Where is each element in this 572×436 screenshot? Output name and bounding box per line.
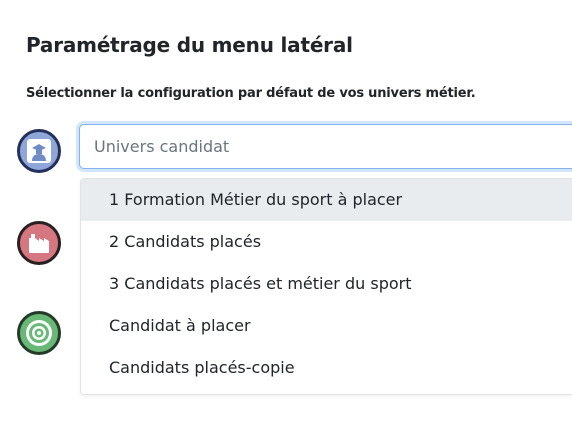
dropdown-option[interactable]: 1 Formation Métier du sport à placer (81, 179, 572, 221)
univers-dropdown-menu: 1 Formation Métier du sport à placer 2 C… (80, 178, 572, 395)
page-title: Paramétrage du menu latéral (26, 33, 353, 57)
dropdown-option[interactable]: Candidat à placer (81, 305, 572, 347)
dropdown-option[interactable]: Candidats placés-copie (81, 347, 572, 389)
univers-select-value[interactable]: Univers candidat (94, 137, 229, 156)
target-icon (17, 311, 61, 355)
dropdown-option[interactable]: 3 Candidats placés et métier du sport (81, 263, 572, 305)
page-subtitle: Sélectionner la configuration par défaut… (26, 86, 476, 101)
candidate-graduate-icon (17, 129, 61, 173)
dropdown-option[interactable]: 2 Candidats placés (81, 221, 572, 263)
factory-icon (17, 221, 61, 265)
univers-select[interactable]: Univers candidat (79, 124, 572, 169)
